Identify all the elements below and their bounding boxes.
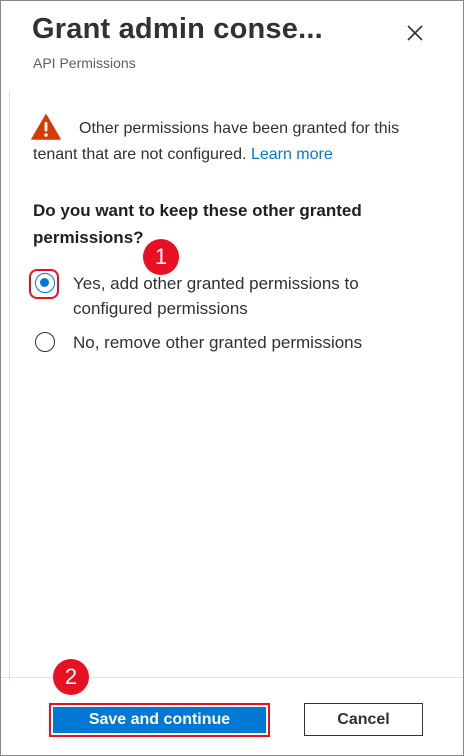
panel-subtitle: API Permissions xyxy=(33,55,136,71)
save-and-continue-button[interactable]: Save and continue xyxy=(49,703,270,737)
warning-text: Other permissions have been granted for … xyxy=(33,120,400,163)
save-and-continue-label: Save and continue xyxy=(53,707,266,733)
keep-permissions-question: Do you want to keep these other granted … xyxy=(33,201,362,247)
learn-more-link[interactable]: Learn more xyxy=(251,146,333,163)
radio-yes[interactable] xyxy=(35,273,55,293)
warning-message: Other permissions have been granted for … xyxy=(33,116,443,168)
cancel-button[interactable]: Cancel xyxy=(304,703,423,736)
panel-title: Grant admin conse... xyxy=(32,13,323,45)
radio-no[interactable] xyxy=(35,332,55,352)
annotation-step-1-badge: 1 xyxy=(143,239,179,275)
content-divider xyxy=(9,91,10,681)
consent-panel: Grant admin conse... API Permissions Oth… xyxy=(0,0,464,756)
close-icon[interactable] xyxy=(403,21,427,45)
option-yes-add-permissions[interactable]: Yes, add other granted permissions to co… xyxy=(33,271,433,323)
option-yes-label: Yes, add other granted permissions to co… xyxy=(73,274,359,318)
option-no-remove-permissions[interactable]: No, remove other granted permissions xyxy=(33,330,433,356)
radio-selected-dot xyxy=(40,278,49,287)
option-no-label: No, remove other granted permissions xyxy=(73,333,363,352)
annotation-step-2-badge: 2 xyxy=(53,659,89,695)
